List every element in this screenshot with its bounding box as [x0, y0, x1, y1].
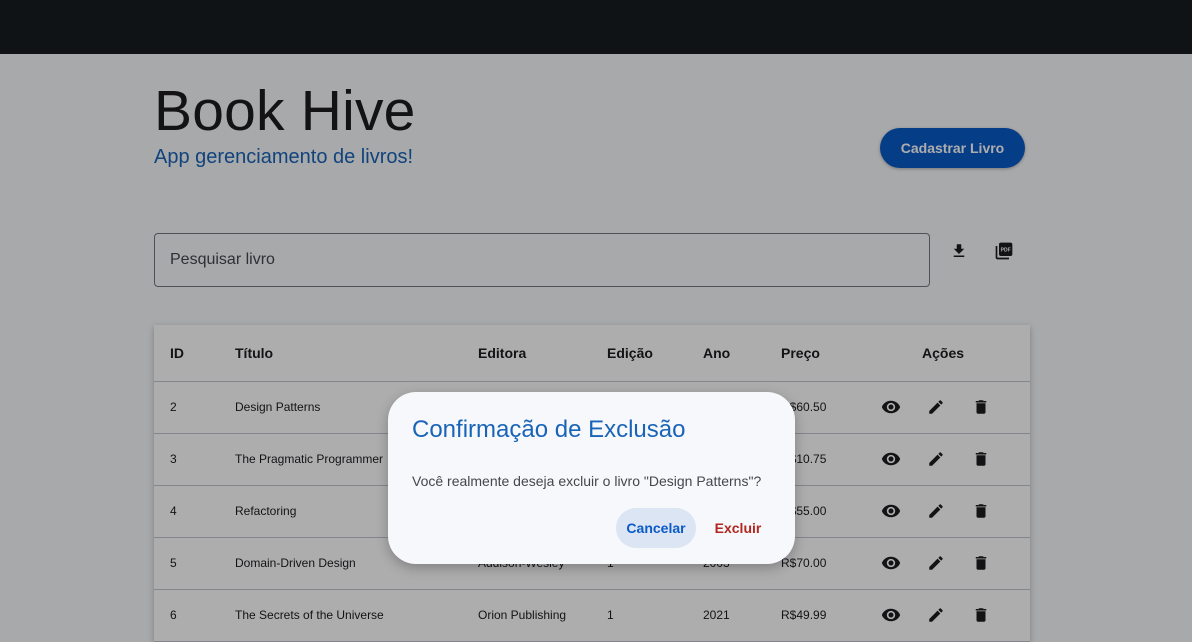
- dialog-message: Você realmente deseja excluir o livro "D…: [412, 473, 762, 489]
- cancel-button[interactable]: Cancelar: [616, 508, 696, 548]
- dialog-title: Confirmação de Exclusão: [412, 416, 686, 443]
- delete-confirmation-dialog: Confirmação de Exclusão Você realmente d…: [388, 392, 795, 564]
- delete-button[interactable]: Excluir: [706, 508, 770, 548]
